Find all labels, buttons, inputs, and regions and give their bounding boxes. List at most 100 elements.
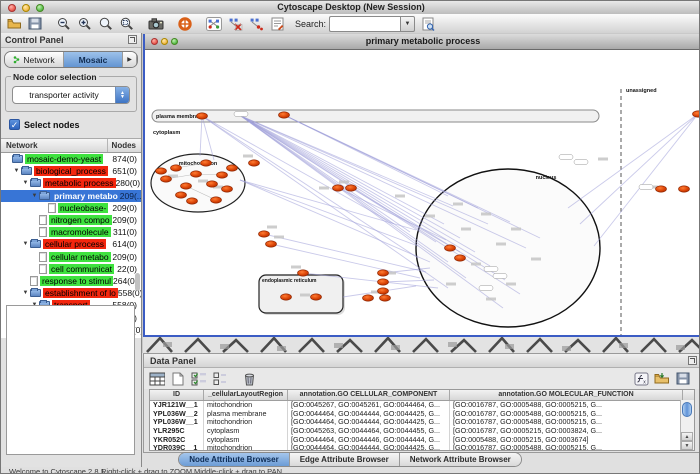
import-attributes-icon[interactable] xyxy=(654,371,670,387)
network-node[interactable] xyxy=(227,165,238,171)
network-node[interactable] xyxy=(455,255,466,261)
tab-network[interactable]: Network xyxy=(5,52,64,67)
cytopanel-wheel-icon[interactable] xyxy=(177,16,193,32)
table-row[interactable]: YKR052Ccytoplasm[GO:0044464, GO:0044446,… xyxy=(150,436,694,445)
scroll-down-button[interactable]: ▼ xyxy=(681,441,693,450)
tree-row[interactable]: ▼biological_process651(0) xyxy=(1,165,141,177)
network-node[interactable] xyxy=(346,185,357,191)
snapshot-camera-icon[interactable] xyxy=(148,16,164,32)
network-node[interactable] xyxy=(201,160,212,166)
tree-row[interactable]: ▼primary metabo209(... xyxy=(1,190,141,202)
open-icon[interactable] xyxy=(6,16,22,32)
network-node[interactable] xyxy=(445,245,456,251)
column-header[interactable]: ID xyxy=(150,390,204,400)
scroll-up-button[interactable]: ▲ xyxy=(681,432,693,441)
function-builder-icon[interactable]: x xyxy=(633,371,649,387)
tree-row[interactable]: response to stimul264(0) xyxy=(1,275,141,287)
table-vertical-scrollbar[interactable]: ▲ ▼ xyxy=(680,400,694,450)
network-node[interactable] xyxy=(679,186,690,192)
network-node[interactable] xyxy=(378,288,389,294)
destroy-network-icon[interactable] xyxy=(227,16,243,32)
attribute-table-header[interactable]: ID_cellularLayoutRegionannotation.GO CEL… xyxy=(150,390,694,401)
network-node[interactable] xyxy=(656,186,667,192)
network-node[interactable] xyxy=(181,183,192,189)
tab-mosaic[interactable]: Mosaic xyxy=(64,52,123,67)
annotation-icon[interactable] xyxy=(269,16,285,32)
network-node[interactable] xyxy=(191,171,202,177)
network-node[interactable] xyxy=(187,198,198,204)
white-label-node[interactable] xyxy=(574,160,588,165)
table-row[interactable]: YPL036W__1mitochondrion[GO:0044464, GO:0… xyxy=(150,418,694,427)
delete-attribute-icon[interactable] xyxy=(241,371,257,387)
network-node[interactable] xyxy=(161,176,172,182)
column-header[interactable]: _cellularLayoutRegion xyxy=(204,390,288,400)
window-titlebar[interactable]: Cytoscape Desktop (New Session) xyxy=(1,1,700,15)
network-node[interactable] xyxy=(380,295,391,301)
network-node[interactable] xyxy=(363,295,374,301)
network-node[interactable] xyxy=(298,270,309,276)
network-window-titlebar[interactable]: primary metabolic process xyxy=(145,34,700,50)
network-node[interactable] xyxy=(207,181,218,187)
tree-row[interactable]: cell communicat22(0) xyxy=(1,263,141,275)
new-attribute-icon[interactable] xyxy=(170,371,186,387)
network-node[interactable] xyxy=(378,270,389,276)
network-node[interactable] xyxy=(197,113,208,119)
network-node[interactable] xyxy=(281,294,292,300)
save-icon[interactable] xyxy=(27,16,43,32)
search-input[interactable] xyxy=(329,16,400,32)
white-label-node[interactable] xyxy=(559,155,573,160)
zoom-out-icon[interactable] xyxy=(56,16,72,32)
float-data-panel-icon[interactable] xyxy=(688,356,697,365)
network-node[interactable] xyxy=(266,241,277,247)
select-attributes-icon[interactable] xyxy=(149,371,165,387)
network-canvas[interactable]: plasma membrane cytoplasm mitochondrion … xyxy=(145,50,699,335)
destroy-view-icon[interactable] xyxy=(248,16,264,32)
zoom-in-icon[interactable] xyxy=(77,16,93,32)
tree-row[interactable]: nucleobase-209(0) xyxy=(1,202,141,214)
network-node[interactable] xyxy=(378,279,389,285)
network-node[interactable] xyxy=(222,186,233,192)
scrollbar-thumb[interactable] xyxy=(682,402,692,417)
zoom-fit-icon[interactable] xyxy=(98,16,114,32)
network-view-icon[interactable] xyxy=(206,16,222,32)
table-row[interactable]: YDR039C__1mitochondrion[GO:0044464, GO:0… xyxy=(150,444,694,451)
tree-row[interactable]: ▼establishment of lo558(0) xyxy=(1,287,141,299)
network-node[interactable] xyxy=(171,165,182,171)
network-node[interactable] xyxy=(217,172,228,178)
network-node[interactable] xyxy=(279,112,290,118)
white-label-node[interactable] xyxy=(234,112,248,117)
network-node[interactable] xyxy=(211,197,222,203)
search-options-icon[interactable] xyxy=(420,16,436,32)
attribute-table[interactable]: ID_cellularLayoutRegionannotation.GO CEL… xyxy=(149,389,695,451)
network-node[interactable] xyxy=(693,111,700,117)
disclosure-triangle[interactable]: ▼ xyxy=(12,168,21,174)
table-row[interactable]: YJR121W__1mitochondrion[GO:0045267, GO:0… xyxy=(150,401,694,410)
network-node[interactable] xyxy=(156,168,167,174)
disclosure-triangle[interactable]: ▼ xyxy=(21,290,30,296)
network-node[interactable] xyxy=(311,294,322,300)
column-header[interactable]: annotation.GO CELLULAR_COMPONENT xyxy=(288,390,450,400)
network-node[interactable] xyxy=(333,185,344,191)
tree-row[interactable]: macromolecule311(0) xyxy=(1,226,141,238)
white-label-node[interactable] xyxy=(493,274,507,279)
tab-node-attribute-browser[interactable]: Node Attribute Browser xyxy=(179,453,290,466)
tree-scrollbar-thumb[interactable] xyxy=(135,273,140,291)
float-panel-icon[interactable] xyxy=(128,35,137,44)
network-node[interactable] xyxy=(176,192,187,198)
white-label-node[interactable] xyxy=(484,267,498,272)
table-row[interactable]: YPL036W__2plasma membrane[GO:0044464, GO… xyxy=(150,410,694,419)
tree-row[interactable]: nitrogen compo209(0) xyxy=(1,214,141,226)
attribute-unselect-matrix-icon[interactable] xyxy=(212,371,228,387)
disclosure-triangle[interactable]: ▼ xyxy=(30,193,39,199)
zoom-region-icon[interactable] xyxy=(119,16,135,32)
attribute-select-matrix-icon[interactable] xyxy=(191,371,207,387)
node-color-dropdown[interactable]: transporter activity ▲▼ xyxy=(12,86,130,104)
white-label-node[interactable] xyxy=(479,286,493,291)
tab-network-attribute-browser[interactable]: Network Attribute Browser xyxy=(400,453,521,466)
tab-overflow-arrow[interactable]: ▶ xyxy=(123,52,137,67)
disclosure-triangle[interactable]: ▼ xyxy=(21,180,30,186)
export-attributes-icon[interactable] xyxy=(675,371,691,387)
tree-row[interactable]: cellular metabo209(0) xyxy=(1,251,141,263)
network-node[interactable] xyxy=(249,160,260,166)
search-dropdown-button[interactable]: ▼ xyxy=(400,16,415,32)
